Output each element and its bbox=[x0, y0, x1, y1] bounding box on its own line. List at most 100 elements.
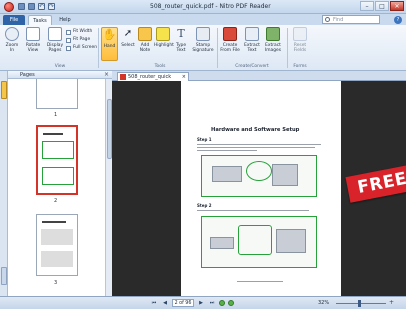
thumbnail-list[interactable]: 1 2 3 bbox=[8, 79, 105, 296]
extract-text-label: Extract Text bbox=[244, 43, 260, 53]
redo-icon[interactable]: ↷ bbox=[48, 3, 55, 10]
maximize-button[interactable]: □ bbox=[375, 1, 389, 11]
create-from-file-button[interactable]: Create From File bbox=[219, 27, 241, 53]
select-tool-button[interactable]: ➚ Select bbox=[120, 27, 136, 48]
thumbnail-number: 3 bbox=[54, 280, 58, 286]
pages-side-tab[interactable] bbox=[1, 81, 7, 99]
fit-width-icon bbox=[66, 29, 71, 35]
select-label: Select bbox=[121, 43, 135, 48]
window-title: 508_router_quick.pdf - Nitro PDF Reader bbox=[150, 3, 271, 10]
free-banner: FREE bbox=[345, 161, 406, 203]
reset-fields-button[interactable]: Reset Fields bbox=[290, 27, 310, 53]
help-icon[interactable]: ? bbox=[394, 16, 402, 24]
view-group-label: View bbox=[54, 64, 66, 69]
close-tab-icon[interactable]: × bbox=[182, 73, 186, 81]
tab-help[interactable]: Help bbox=[55, 15, 75, 25]
tools-group-label: Tools bbox=[154, 64, 166, 69]
thumb-figure bbox=[41, 251, 73, 267]
stamp-signature-button[interactable]: Stamp Signature bbox=[191, 27, 215, 53]
document-tab[interactable]: 508_router_quick × bbox=[117, 72, 189, 81]
forward-view-icon[interactable] bbox=[228, 300, 234, 306]
panel-side-strip bbox=[0, 71, 8, 296]
setup-figure-2 bbox=[201, 216, 317, 268]
search-input[interactable]: Find bbox=[322, 15, 380, 24]
file-tab[interactable]: File bbox=[3, 15, 25, 25]
page-number-field[interactable]: 2 of 96 bbox=[172, 299, 194, 307]
display-pages-label: Display Pages bbox=[46, 43, 64, 53]
extract-images-button[interactable]: Extract Images bbox=[263, 27, 283, 53]
document-viewer[interactable]: Hardware and Software Setup Step 1 Step … bbox=[112, 81, 406, 296]
ribbon-tab-row: File Tasks Help Find ? bbox=[0, 14, 406, 25]
page-thumbnail[interactable] bbox=[36, 214, 78, 276]
fit-width-label: Fit Width bbox=[73, 29, 93, 34]
zoom-in-icon bbox=[5, 27, 19, 41]
divider bbox=[287, 28, 288, 68]
first-page-icon[interactable]: ⏮ bbox=[150, 299, 158, 307]
pdf-page: Hardware and Software Setup Step 1 Step … bbox=[181, 81, 341, 296]
setup-figure-1 bbox=[201, 155, 317, 197]
back-view-icon[interactable] bbox=[219, 300, 225, 306]
page-navigation: ⏮ ◀ 2 of 96 ▶ ⏭ bbox=[150, 299, 234, 307]
computer-graphic bbox=[276, 229, 306, 253]
zoom-slider-handle[interactable] bbox=[358, 300, 361, 307]
reset-fields-icon bbox=[293, 27, 307, 41]
cursor-icon: ➚ bbox=[123, 28, 133, 39]
search-placeholder: Find bbox=[333, 17, 344, 23]
fit-width-button[interactable]: Fit Width bbox=[66, 29, 92, 35]
next-page-icon[interactable]: ▶ bbox=[197, 299, 205, 307]
router-graphic bbox=[210, 237, 234, 249]
status-bar: ⏮ ◀ 2 of 96 ▶ ⏭ 32% + bbox=[0, 296, 406, 309]
reset-fields-label: Reset Fields bbox=[293, 43, 307, 53]
thumb-figure bbox=[42, 167, 74, 185]
page-thumbnail-selected[interactable] bbox=[36, 125, 78, 195]
text-line bbox=[197, 210, 309, 211]
text-line bbox=[197, 150, 257, 151]
cable-graphic bbox=[238, 225, 272, 255]
type-text-button[interactable]: T Type Text bbox=[173, 27, 189, 53]
highlight-label: Highlight bbox=[154, 43, 174, 48]
cable-graphic bbox=[246, 161, 272, 181]
add-note-button[interactable]: Add Note bbox=[137, 27, 153, 53]
page-thumbnail[interactable] bbox=[36, 79, 78, 109]
ribbon: Zoom In Rotate View Display Pages Fit Wi… bbox=[0, 25, 406, 71]
hand-tool-button[interactable]: ✋ Hand bbox=[101, 27, 118, 61]
full-screen-label: Full Screen bbox=[73, 45, 97, 50]
save-icon[interactable] bbox=[18, 3, 25, 10]
page-footer bbox=[237, 281, 283, 282]
page-heading: Hardware and Software Setup bbox=[211, 127, 300, 133]
full-screen-icon bbox=[66, 45, 71, 51]
text-line bbox=[197, 144, 321, 145]
add-note-label: Add Note bbox=[139, 43, 151, 53]
quick-access-toolbar: ↶ ↷ bbox=[18, 3, 55, 10]
previous-page-icon[interactable]: ◀ bbox=[161, 299, 169, 307]
thumbnail-number: 1 bbox=[54, 112, 58, 118]
undo-icon[interactable]: ↶ bbox=[38, 3, 45, 10]
print-icon[interactable] bbox=[28, 3, 35, 10]
tab-tasks[interactable]: Tasks bbox=[28, 15, 52, 25]
bookmarks-side-tab[interactable] bbox=[1, 267, 7, 285]
step-2-label: Step 2 bbox=[197, 203, 212, 208]
rotate-view-button[interactable]: Rotate View bbox=[23, 27, 43, 53]
create-from-file-label: Create From File bbox=[220, 43, 240, 53]
display-pages-button[interactable]: Display Pages bbox=[45, 27, 65, 53]
app-logo-icon[interactable] bbox=[4, 2, 14, 12]
extract-text-button[interactable]: Extract Text bbox=[242, 27, 262, 53]
zoom-slider[interactable] bbox=[336, 303, 386, 304]
thumb-heading bbox=[42, 221, 66, 223]
fit-page-icon bbox=[66, 37, 71, 43]
highlight-button[interactable]: Highlight bbox=[154, 27, 174, 48]
pdf-file-icon bbox=[120, 74, 126, 80]
thumb-heading bbox=[43, 133, 63, 135]
zoom-in-button[interactable]: Zoom In bbox=[3, 27, 21, 53]
full-screen-button[interactable]: Full Screen bbox=[66, 45, 97, 51]
last-page-icon[interactable]: ⏭ bbox=[208, 299, 216, 307]
document-tab-bar: 508_router_quick × bbox=[112, 71, 406, 81]
zoom-in-small-icon[interactable]: + bbox=[389, 299, 394, 306]
close-button[interactable]: ✕ bbox=[390, 1, 404, 11]
minimize-button[interactable]: – bbox=[360, 1, 374, 11]
panel-scrollbar[interactable] bbox=[105, 79, 112, 296]
fit-page-button[interactable]: Fit Page bbox=[66, 37, 90, 43]
close-icon[interactable]: × bbox=[104, 71, 109, 78]
zoom-in-label: Zoom In bbox=[5, 43, 19, 53]
stamp-signature-label: Stamp Signature bbox=[192, 43, 214, 53]
